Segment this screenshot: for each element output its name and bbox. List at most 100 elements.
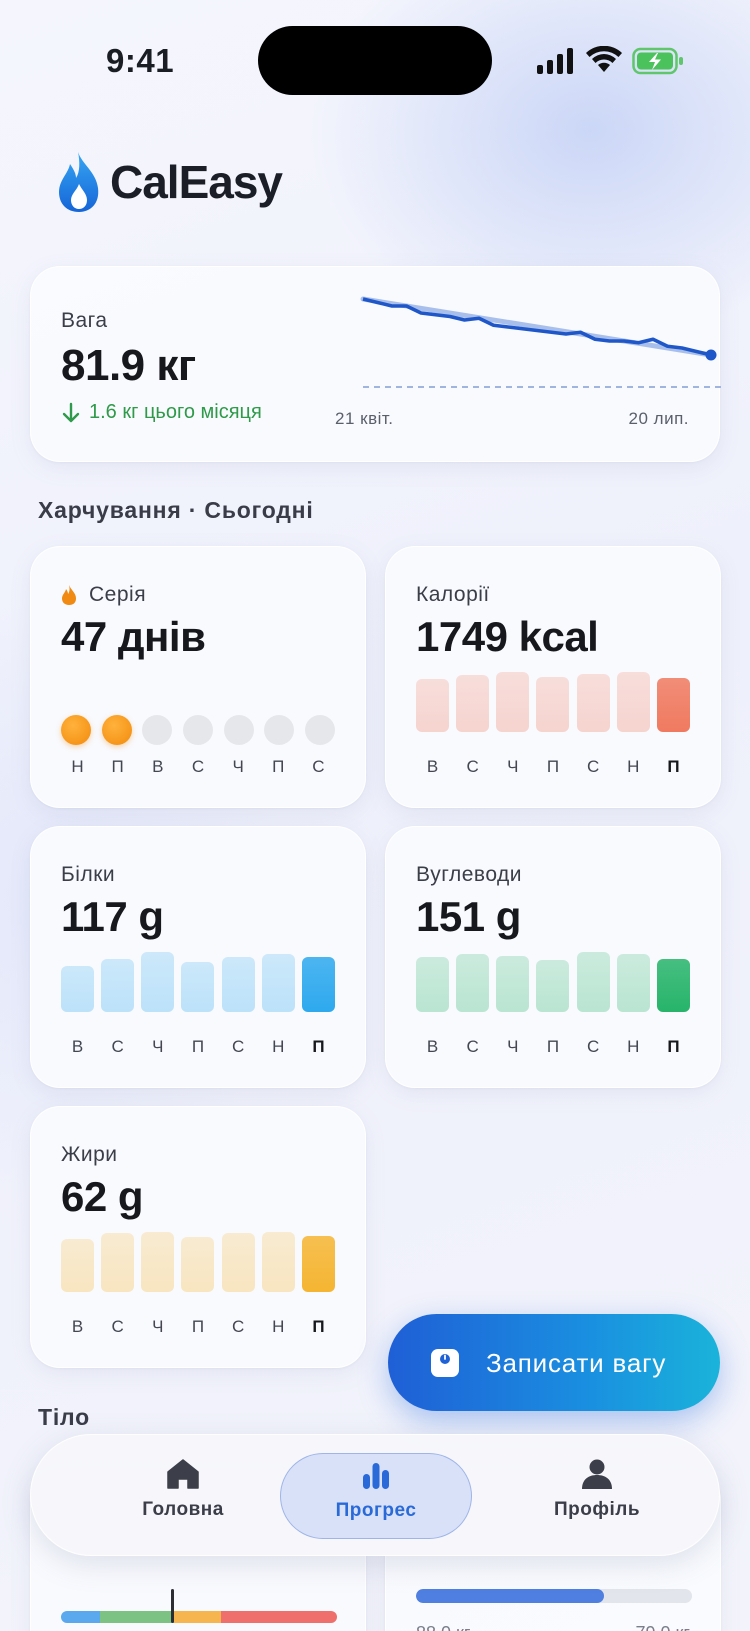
streak-dot [61,715,91,745]
goal-start-weight: 88.0 кг [416,1623,470,1631]
protein-bar [181,962,215,1012]
chart-icon [363,1463,389,1489]
battery-charging-icon [632,47,683,75]
carbs-day-label: С [466,1037,479,1056]
home-icon [167,1459,199,1489]
streak-dot [223,715,254,745]
weight-trend-chart [360,296,723,388]
fat-day-label: С [111,1317,124,1336]
carbs-day-label: П [667,1037,680,1056]
person-icon [582,1459,612,1489]
weight-current-point [705,349,717,361]
status-bar: 9:41 [0,0,750,120]
streak-dot [264,715,295,745]
tab-profile[interactable]: Профіль [501,1453,693,1539]
protein-label: Білки [61,863,116,886]
calories-day-label: П [667,757,680,776]
carbs-bar [656,959,690,1012]
tab-home-label: Головна [142,1499,224,1520]
fat-value: 62 g [61,1173,144,1220]
fat-bar [61,1239,94,1292]
streak-dot [182,715,213,745]
wifi-icon [586,46,622,72]
streak-days: НПВСЧПС [61,757,335,777]
protein-day-label: Н [272,1037,285,1056]
calories-day-label: Ч [507,757,519,776]
streak-dot [304,715,335,745]
calories-bar [456,675,490,732]
weight-label: Вага [61,309,108,332]
weight-value: 81.9 кг [61,341,196,390]
flame-icon [62,585,76,605]
streak-label: Серія [89,583,147,606]
bmi-scale-bar [61,1611,337,1623]
calories-bar [536,677,570,732]
calories-card[interactable]: Калорії 1749 kcal В С Ч П С Н П [385,546,721,808]
weight-start-date: 21 квіт. [335,409,394,428]
weight-end-date: 20 лип. [628,409,689,428]
calories-bar [576,674,610,732]
carbs-bar [496,956,530,1012]
streak-day-label: П [111,757,124,776]
protein-bar [301,957,335,1012]
protein-card[interactable]: Білки 117 g В С Ч П С Н П [30,826,366,1088]
streak-label-row: Серія [61,583,146,607]
flame-logo-icon [59,152,99,212]
protein-day-label: С [111,1037,124,1056]
goal-target-weight: 79.0 кг [636,1623,690,1631]
streak-card[interactable]: Серія 47 днів Н П В С Ч П С [30,546,366,808]
fat-day-label: С [231,1317,245,1336]
app-brand: CalEasy [56,150,283,214]
carbs-label: Вуглеводи [416,863,523,886]
protein-bar [221,957,255,1012]
bmi-marker [171,1589,175,1623]
fat-day-label: П [191,1317,205,1336]
tab-progress[interactable]: Прогрес [280,1453,472,1539]
calories-bar [656,678,690,732]
status-time: 9:41 [106,42,175,79]
protein-bars [61,952,335,1012]
fat-bar [181,1237,215,1292]
streak-dot [142,715,173,745]
cellular-signal-icon [537,48,573,74]
goal-progress-track [416,1589,692,1603]
weight-card[interactable]: Вага 81.9 кг 1.6 кг цього місяця 21 квіт… [30,266,723,462]
fat-day-label: В [71,1317,84,1336]
fat-bar [221,1233,255,1292]
tab-home[interactable]: Головна [87,1453,279,1539]
calories-bar [496,672,530,732]
log-weight-label: Записати вагу [486,1348,667,1378]
streak-value: 47 днів [61,613,206,660]
fat-bar [301,1236,335,1292]
protein-day-label: В [71,1037,84,1056]
streak-dot [101,715,132,745]
protein-value: 117 g [61,893,164,940]
fat-days: ВСЧПСНП [61,1317,335,1337]
streak-day-label: С [312,757,325,776]
protein-day-label: Ч [152,1037,164,1056]
log-weight-button[interactable]: Записати вагу [388,1314,720,1411]
streak-day-label: Н [71,757,84,776]
streak-day-label: С [191,757,205,776]
calories-day-label: П [546,757,560,776]
protein-bar [141,952,175,1012]
app-name: CalEasy [110,156,283,208]
protein-bar [261,954,295,1012]
streak-dots [61,715,335,745]
carbs-day-label: П [546,1037,560,1056]
carbs-day-label: С [586,1037,600,1056]
carbs-card[interactable]: Вуглеводи 151 g В С Ч П С Н П [385,826,721,1088]
fat-bar [261,1232,295,1292]
fat-bar [101,1233,135,1292]
carbs-day-label: Ч [507,1037,519,1056]
carbs-day-label: В [426,1037,439,1056]
calories-label: Калорії [416,583,490,606]
dynamic-island [258,26,492,95]
fat-day-label: П [312,1317,325,1336]
fat-bars [61,1232,335,1292]
calories-bar [416,679,449,732]
fat-card[interactable]: Жири 62 g В С Ч П С Н П [30,1106,366,1368]
protein-bar [101,959,135,1012]
calories-bars [416,672,690,732]
weight-delta: 1.6 кг цього місяця [61,401,262,424]
